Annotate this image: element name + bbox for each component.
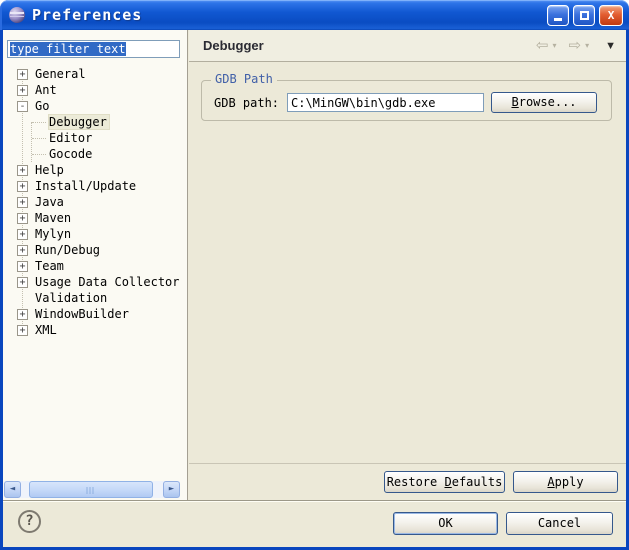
- tree-item-run-debug[interactable]: + Run/Debug: [3, 242, 186, 258]
- button-separator: [189, 463, 626, 464]
- window-title: Preferences: [32, 6, 142, 24]
- tree-item-team[interactable]: + Team: [3, 258, 186, 274]
- expand-icon[interactable]: +: [17, 213, 28, 224]
- eclipse-logo-icon: [9, 7, 25, 23]
- tree-item-usage-data-collector[interactable]: + Usage Data Collector: [3, 274, 186, 290]
- expand-icon[interactable]: +: [17, 261, 28, 272]
- expand-icon[interactable]: +: [17, 181, 28, 192]
- tree-item-label: Editor: [48, 131, 95, 146]
- filter-text: type filter text: [10, 42, 126, 56]
- tree-item-label: Ant: [34, 83, 60, 98]
- tree-item-validation[interactable]: Validation: [3, 290, 186, 306]
- group-title: GDB Path: [211, 72, 277, 86]
- page-title: Debugger: [203, 38, 264, 53]
- cancel-button[interactable]: Cancel: [506, 512, 613, 535]
- scroll-right-arrow-icon[interactable]: ►: [163, 481, 180, 498]
- gdb-path-input[interactable]: [287, 93, 484, 112]
- tree-item-label: Install/Update: [34, 179, 139, 194]
- tree-connector: [32, 154, 46, 155]
- dialog-button-bar: ? OK Cancel: [3, 500, 626, 547]
- maximize-icon: [580, 11, 589, 20]
- tree-item-label: Validation: [34, 291, 110, 306]
- ok-button[interactable]: OK: [393, 512, 498, 535]
- tree-item-gocode[interactable]: Gocode: [3, 146, 186, 162]
- gdb-path-group: GDB Path GDB path: Browse...: [201, 80, 612, 121]
- collapse-icon[interactable]: -: [17, 101, 28, 112]
- minimize-button[interactable]: [547, 5, 569, 26]
- close-button[interactable]: X: [599, 5, 623, 26]
- tree-item-label: Maven: [34, 211, 74, 226]
- forward-arrow-icon[interactable]: ⇨: [569, 38, 582, 53]
- scrollbar-track[interactable]: [153, 481, 163, 498]
- tree-item-label: Gocode: [48, 147, 95, 162]
- tree-item-label: Usage Data Collector: [34, 275, 183, 290]
- tree-item-maven[interactable]: + Maven: [3, 210, 186, 226]
- forward-dropdown-icon[interactable]: ▾: [585, 41, 589, 50]
- title-bar[interactable]: Preferences X: [0, 0, 629, 30]
- horizontal-scrollbar[interactable]: ◄ ►: [4, 481, 180, 498]
- gdb-path-label: GDB path:: [214, 96, 279, 110]
- expand-icon[interactable]: +: [17, 309, 28, 320]
- tree-item-label: XML: [34, 323, 60, 338]
- view-menu-icon[interactable]: ▼: [605, 40, 616, 52]
- tree-item-ant[interactable]: + Ant: [3, 82, 186, 98]
- expand-icon[interactable]: +: [17, 85, 28, 96]
- preference-page-panel: Debugger ⇦ ▾ ⇨ ▾ ▼ GDB Path GDB path: Br…: [189, 30, 626, 500]
- expand-icon[interactable]: +: [17, 165, 28, 176]
- tree-connector: [32, 122, 46, 123]
- tree-item-go[interactable]: - Go: [3, 98, 186, 114]
- restore-defaults-button[interactable]: Restore Defaults: [384, 471, 505, 493]
- expand-icon[interactable]: +: [17, 197, 28, 208]
- tree-connector: [32, 138, 46, 139]
- maximize-button[interactable]: [573, 5, 595, 26]
- minimize-icon: [554, 18, 562, 21]
- tree-item-mylyn[interactable]: + Mylyn: [3, 226, 186, 242]
- tree-item-label: Team: [34, 259, 67, 274]
- dialog-body: type filter text + General + Ant - Go: [0, 30, 629, 550]
- tree-item-label: General: [34, 67, 89, 82]
- tree-item-label: Run/Debug: [34, 243, 103, 258]
- tree-item-debugger[interactable]: Debugger: [3, 114, 186, 130]
- preferences-tree-panel: type filter text + General + Ant - Go: [3, 30, 188, 500]
- tree-item-help[interactable]: + Help: [3, 162, 186, 178]
- expand-icon[interactable]: +: [17, 277, 28, 288]
- filter-input[interactable]: type filter text: [7, 40, 180, 58]
- expand-icon[interactable]: +: [17, 229, 28, 240]
- tree-item-label: Go: [34, 99, 52, 114]
- tree-item-xml[interactable]: + XML: [3, 322, 186, 338]
- page-header: Debugger ⇦ ▾ ⇨ ▾ ▼: [189, 30, 626, 62]
- tree-item-java[interactable]: + Java: [3, 194, 186, 210]
- preferences-tree: + General + Ant - Go Debugger Editor: [3, 66, 186, 338]
- tree-item-install-update[interactable]: + Install/Update: [3, 178, 186, 194]
- tree-item-general[interactable]: + General: [3, 66, 186, 82]
- apply-button[interactable]: Apply: [513, 471, 618, 493]
- preferences-dialog: Preferences X type filter text + General…: [0, 0, 629, 550]
- tree-item-label: WindowBuilder: [34, 307, 132, 322]
- tree-item-label: Debugger: [48, 114, 110, 130]
- expand-icon[interactable]: +: [17, 69, 28, 80]
- back-dropdown-icon[interactable]: ▾: [553, 41, 557, 50]
- tree-item-editor[interactable]: Editor: [3, 130, 186, 146]
- tree-item-label: Help: [34, 163, 67, 178]
- browse-button[interactable]: Browse...: [491, 92, 597, 113]
- help-icon[interactable]: ?: [18, 510, 41, 533]
- tree-item-windowbuilder[interactable]: + WindowBuilder: [3, 306, 186, 322]
- expand-icon[interactable]: +: [17, 245, 28, 256]
- scroll-left-arrow-icon[interactable]: ◄: [4, 481, 21, 498]
- tree-item-label: Java: [34, 195, 67, 210]
- expand-icon[interactable]: +: [17, 325, 28, 336]
- scrollbar-thumb[interactable]: [29, 481, 153, 498]
- back-arrow-icon[interactable]: ⇦: [536, 38, 549, 53]
- tree-item-label: Mylyn: [34, 227, 74, 242]
